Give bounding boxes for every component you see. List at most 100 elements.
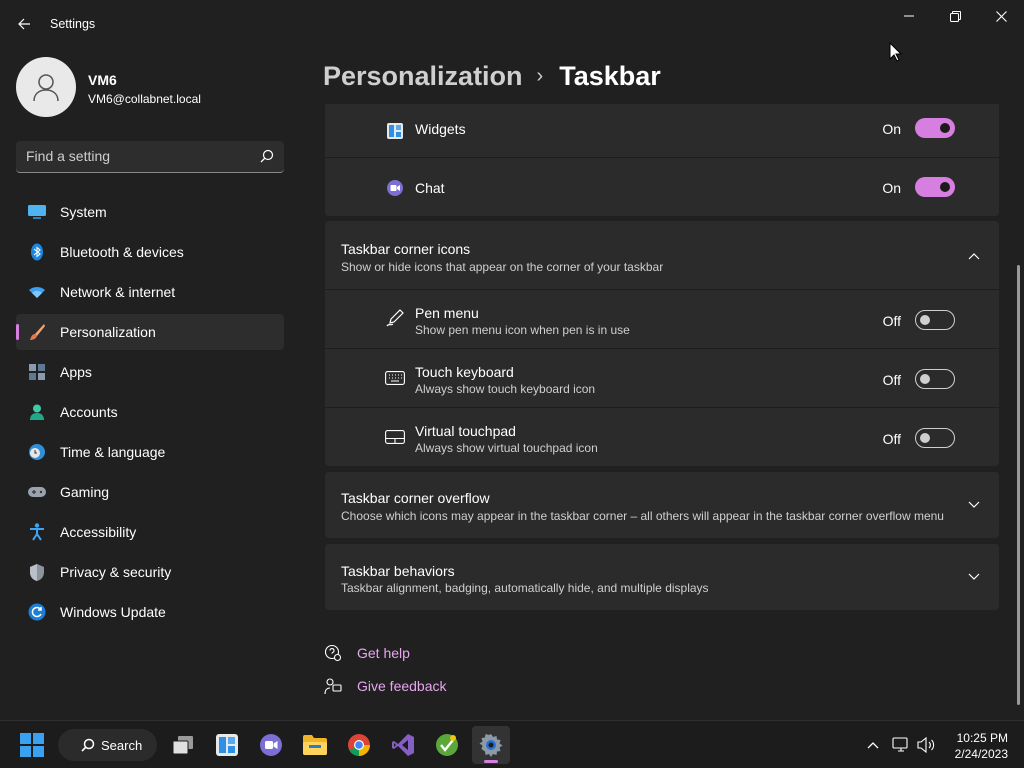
breadcrumb-separator: › (536, 64, 544, 87)
setting-label: Virtual touchpad (415, 423, 516, 439)
get-help-link[interactable]: Get help (323, 641, 410, 665)
profile-name: VM6 (88, 72, 117, 88)
widgets-toggle[interactable] (915, 118, 955, 138)
link-label[interactable]: Get help (357, 645, 410, 661)
minimize-button[interactable] (886, 0, 932, 32)
breadcrumb: Personalization › Taskbar (323, 58, 661, 94)
sidebar-item-label: Apps (60, 364, 92, 380)
volume-icon (917, 737, 935, 753)
section-title: Taskbar corner overflow (341, 490, 490, 506)
sidebar-item-windows-update[interactable]: Windows Update (16, 594, 284, 630)
app-button[interactable] (428, 726, 466, 764)
corner-icons-header[interactable]: Taskbar corner icons Show or hide icons … (325, 221, 999, 289)
network-tray-button[interactable] (891, 733, 911, 757)
active-app-indicator (484, 760, 498, 763)
sidebar-item-privacy[interactable]: Privacy & security (16, 554, 284, 590)
clock[interactable]: 10:25 PM 2/24/2023 (942, 730, 1008, 762)
update-icon (28, 603, 46, 621)
volume-tray-button[interactable] (916, 733, 936, 757)
search-input[interactable] (26, 148, 246, 164)
sidebar-item-time-language[interactable]: Time & language (16, 434, 284, 470)
setting-row-touch-keyboard: Touch keyboard Always show touch keyboar… (325, 348, 999, 407)
scrollbar[interactable] (1017, 265, 1020, 705)
person-avatar-icon (33, 74, 59, 102)
corner-overflow-card[interactable]: Taskbar corner overflow Choose which ico… (325, 472, 999, 538)
bluetooth-icon (28, 243, 46, 261)
brush-icon (28, 323, 46, 341)
sidebar-item-label: Network & internet (60, 284, 176, 300)
sidebar-item-accounts[interactable]: Accounts (16, 394, 284, 430)
chat-taskbar-button[interactable] (252, 726, 290, 764)
widgets-icon (384, 120, 406, 142)
system-icon (28, 203, 46, 221)
taskbar-search[interactable]: Search (58, 729, 157, 761)
link-label[interactable]: Give feedback (357, 678, 447, 694)
section-title: Taskbar behaviors (341, 563, 455, 579)
clock-time: 10:25 PM (956, 731, 1008, 745)
gear-icon (479, 734, 503, 757)
restore-button[interactable] (932, 0, 978, 32)
behaviors-card[interactable]: Taskbar behaviors Taskbar alignment, bad… (325, 544, 999, 610)
toggle-knob (940, 123, 950, 133)
taskbar: Search 10:25 PM 2/24/2023 (0, 720, 1024, 768)
start-button[interactable] (13, 726, 51, 764)
virtual-touchpad-toggle[interactable] (915, 428, 955, 448)
toggle-state-label: Off (882, 372, 901, 388)
breadcrumb-parent[interactable]: Personalization (323, 61, 523, 92)
sidebar-item-accessibility[interactable]: Accessibility (16, 514, 284, 550)
title-bar: Settings (0, 0, 1024, 48)
visual-studio-icon (392, 734, 414, 756)
task-view-button[interactable] (164, 726, 202, 764)
settings-search[interactable] (16, 141, 284, 173)
close-icon (995, 10, 1007, 22)
setting-row-pen-menu: Pen menu Show pen menu icon when pen is … (325, 289, 999, 348)
pen-menu-toggle[interactable] (915, 310, 955, 330)
toggle-state-label: Off (882, 431, 901, 447)
help-icon (323, 643, 343, 663)
settings-taskbar-button[interactable] (472, 726, 510, 764)
sidebar-item-label: Bluetooth & devices (60, 244, 184, 260)
sidebar-item-label: Time & language (60, 444, 166, 460)
chevron-up-icon (867, 742, 879, 749)
give-feedback-link[interactable]: Give feedback (323, 674, 447, 698)
clock-date: 2/24/2023 (954, 747, 1008, 761)
sidebar-item-apps[interactable]: Apps (16, 354, 284, 390)
sidebar-item-network[interactable]: Network & internet (16, 274, 284, 310)
back-button[interactable] (10, 10, 38, 38)
setting-label: Chat (415, 180, 445, 196)
file-explorer-button[interactable] (296, 726, 334, 764)
sidebar-nav: System Bluetooth & devices Network & int… (16, 194, 284, 634)
profile-email: VM6@collabnet.local (88, 92, 201, 106)
sidebar-item-gaming[interactable]: Gaming (16, 474, 284, 510)
chevron-down-icon[interactable] (967, 498, 981, 512)
wifi-icon (28, 283, 46, 301)
chevron-up-icon[interactable] (967, 249, 981, 263)
section-subtitle: Choose which icons may appear in the tas… (341, 509, 944, 523)
chat-icon (260, 734, 282, 756)
toggle-state-label: Off (882, 313, 901, 329)
person-icon (28, 403, 46, 421)
close-button[interactable] (978, 0, 1024, 32)
chevron-down-icon[interactable] (967, 570, 981, 584)
search-icon (81, 738, 95, 752)
setting-row-virtual-touchpad: Virtual touchpad Always show virtual tou… (325, 407, 999, 466)
user-profile[interactable]: VM6 VM6@collabnet.local (16, 57, 286, 117)
widgets-taskbar-button[interactable] (208, 726, 246, 764)
sidebar-item-system[interactable]: System (16, 194, 284, 230)
app-icon (436, 734, 458, 756)
setting-label: Touch keyboard (415, 364, 514, 380)
section-title: Taskbar corner icons (341, 241, 471, 257)
show-hidden-icons-button[interactable] (864, 733, 882, 757)
sidebar-item-bluetooth[interactable]: Bluetooth & devices (16, 234, 284, 270)
setting-description: Show pen menu icon when pen is in use (415, 323, 630, 337)
section-subtitle: Show or hide icons that appear on the co… (341, 260, 664, 274)
search-icon[interactable] (260, 149, 274, 168)
touch-keyboard-toggle[interactable] (915, 369, 955, 389)
chrome-button[interactable] (340, 726, 378, 764)
sidebar-item-label: System (60, 204, 107, 220)
chat-toggle[interactable] (915, 177, 955, 197)
sidebar-item-personalization[interactable]: Personalization (16, 314, 284, 350)
visual-studio-button[interactable] (384, 726, 422, 764)
task-view-icon (172, 736, 193, 754)
setting-description: Always show touch keyboard icon (415, 382, 596, 396)
